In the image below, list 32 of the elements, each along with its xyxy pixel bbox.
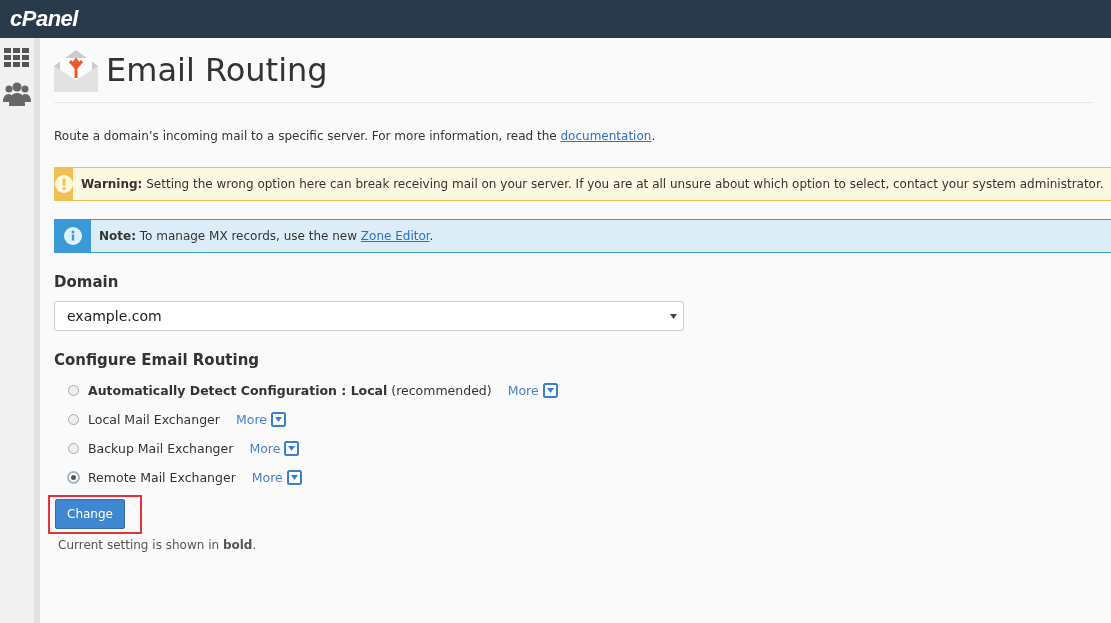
more-link[interactable]: More	[507, 383, 539, 398]
change-button[interactable]: Change	[55, 499, 125, 529]
alert-text: Warning: Setting the wrong option here can break receiving mail on your server. If you are at all unsure about which option to select, contact your system administrator.	[80, 176, 1105, 193]
envelope-icon	[54, 48, 98, 92]
radio-button[interactable]	[68, 385, 79, 396]
intro-text: Route a domain’s incoming mail to a specific server. For more information, read the documentation.	[54, 129, 657, 143]
section-heading: Configure Email Routing	[54, 351, 261, 369]
zone-editor-link[interactable]: Zone Editor	[360, 229, 430, 243]
expand-icon[interactable]	[284, 441, 300, 456]
radio-button[interactable]	[68, 472, 79, 483]
domain-select[interactable]: example.com	[54, 301, 684, 331]
section-heading: Domain	[54, 273, 120, 291]
expand-icon[interactable]	[286, 470, 302, 485]
users-icon[interactable]	[3, 82, 31, 106]
expand-icon[interactable]	[542, 383, 558, 398]
info-icon	[64, 227, 82, 245]
hint-text: Current setting is shown in bold.	[58, 538, 258, 552]
page-title: Email Routing	[106, 51, 328, 89]
grid-icon[interactable]	[4, 48, 30, 68]
option-label: Remote Mail Exchanger	[88, 470, 236, 485]
more-link[interactable]: More	[235, 412, 267, 427]
more-link[interactable]: More	[249, 441, 281, 456]
option-label: Local Mail Exchanger	[88, 412, 220, 427]
radio-button[interactable]	[68, 443, 79, 454]
logo[interactable]: cPanel	[10, 6, 78, 32]
option-label: Automatically Detect Configuration : Local (recommended)	[88, 383, 492, 398]
expand-icon[interactable]	[270, 412, 286, 427]
alert-text: Note: To manage MX records, use the new Zone Editor.	[98, 228, 435, 245]
option-label: Backup Mail Exchanger	[88, 441, 234, 456]
dropdown-caret-icon	[670, 313, 677, 319]
more-link[interactable]: More	[251, 470, 283, 485]
radio-button[interactable]	[68, 414, 79, 425]
